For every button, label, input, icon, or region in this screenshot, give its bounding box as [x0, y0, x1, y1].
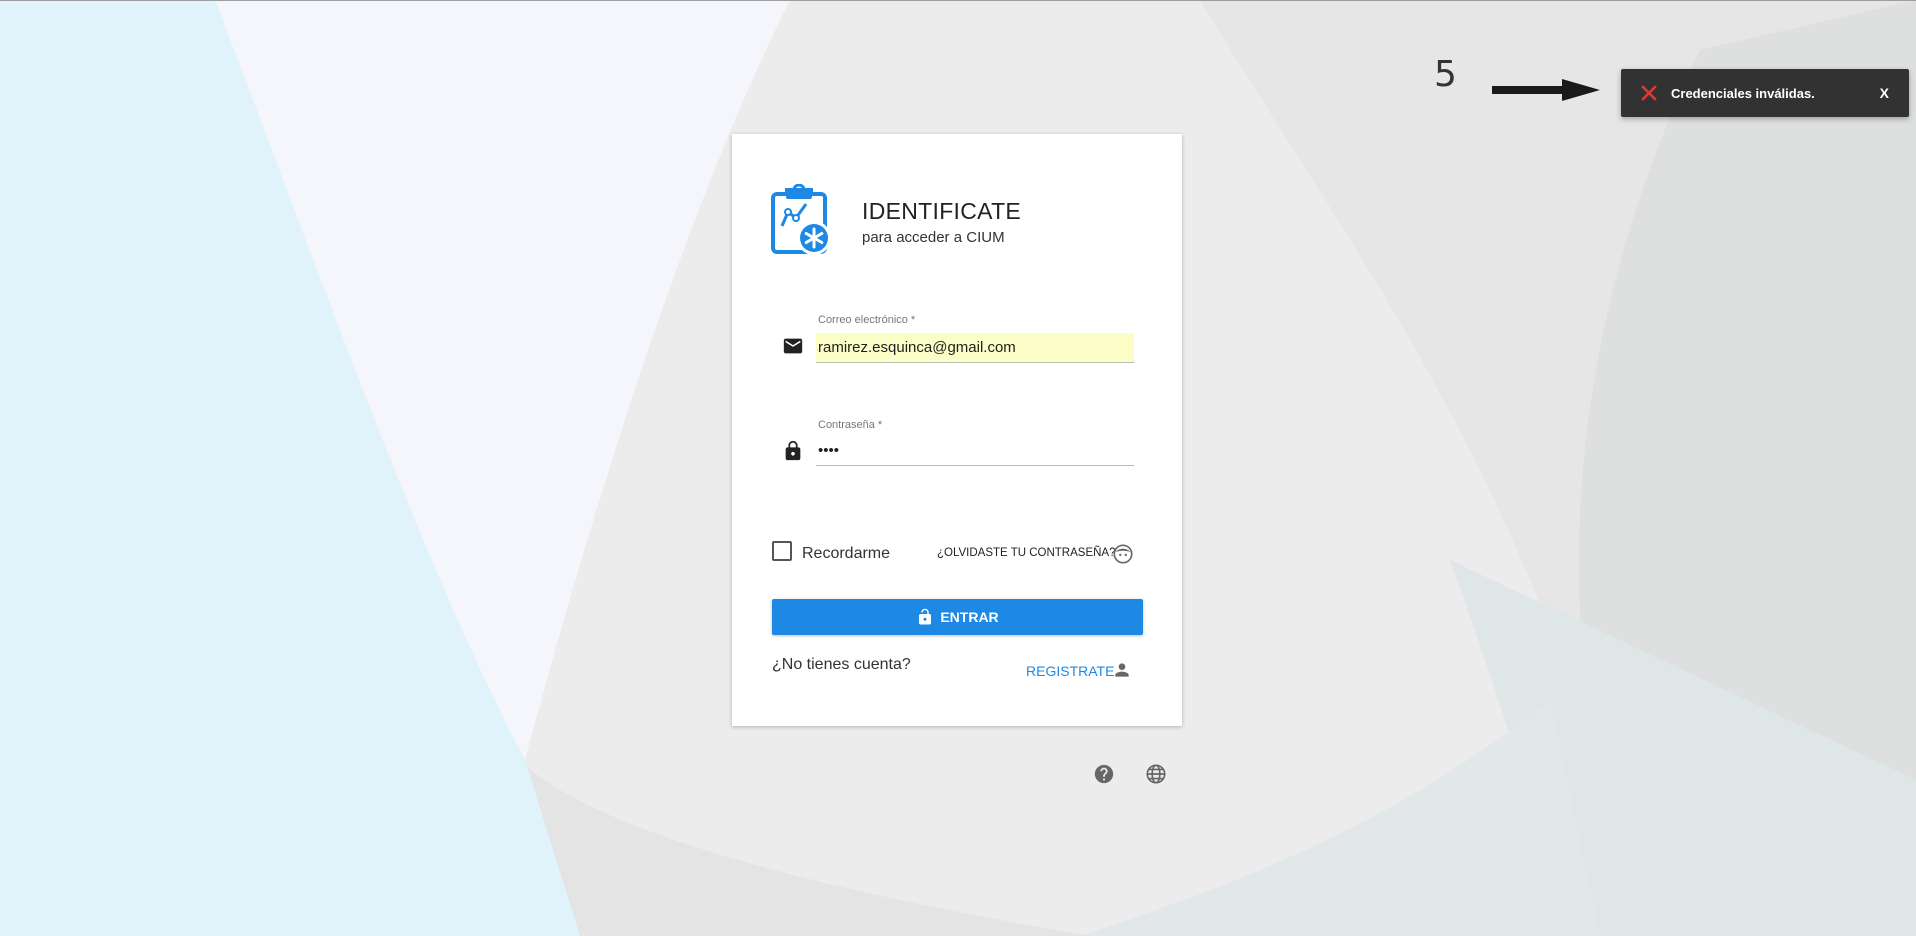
- help-icon[interactable]: [1093, 763, 1115, 785]
- annotation-arrow-icon: [1492, 79, 1600, 101]
- clipboard-medical-icon: [771, 184, 831, 255]
- register-link[interactable]: REGISTRATE: [1026, 663, 1114, 679]
- error-toast: Credenciales inválidas. X: [1621, 69, 1909, 117]
- password-label: Contraseña *: [818, 419, 883, 431]
- enter-button[interactable]: ENTRAR: [772, 599, 1143, 635]
- password-field[interactable]: [816, 436, 1134, 466]
- forgot-password-link[interactable]: ¿OLVIDASTE TU CONTRASEÑA?: [937, 547, 1116, 559]
- error-x-icon: [1641, 85, 1657, 101]
- face-icon[interactable]: [1112, 543, 1134, 565]
- email-field[interactable]: [816, 333, 1134, 363]
- page-subtitle: para acceder a CIUM: [862, 229, 1005, 246]
- email-label: Correo electrónico *: [818, 314, 916, 326]
- remember-label: Recordarme: [802, 545, 891, 562]
- lock-open-icon: [919, 608, 932, 625]
- toast-close-button[interactable]: X: [1874, 81, 1895, 105]
- page-title: IDENTIFICATE: [862, 198, 1022, 224]
- email-icon: [783, 338, 803, 354]
- person-icon[interactable]: [1112, 660, 1132, 680]
- top-border: [0, 0, 1916, 1]
- no-account-text: ¿No tienes cuenta?: [772, 656, 911, 673]
- login-card: IDENTIFICATE para acceder a CIUM Correo …: [732, 134, 1182, 726]
- remember-checkbox[interactable]: [772, 541, 792, 561]
- enter-button-label: ENTRAR: [940, 609, 999, 625]
- lock-icon: [785, 440, 801, 461]
- globe-icon[interactable]: [1145, 763, 1167, 785]
- toast-message: Credenciales inválidas.: [1671, 85, 1815, 101]
- annotation-number: 5: [1434, 54, 1457, 95]
